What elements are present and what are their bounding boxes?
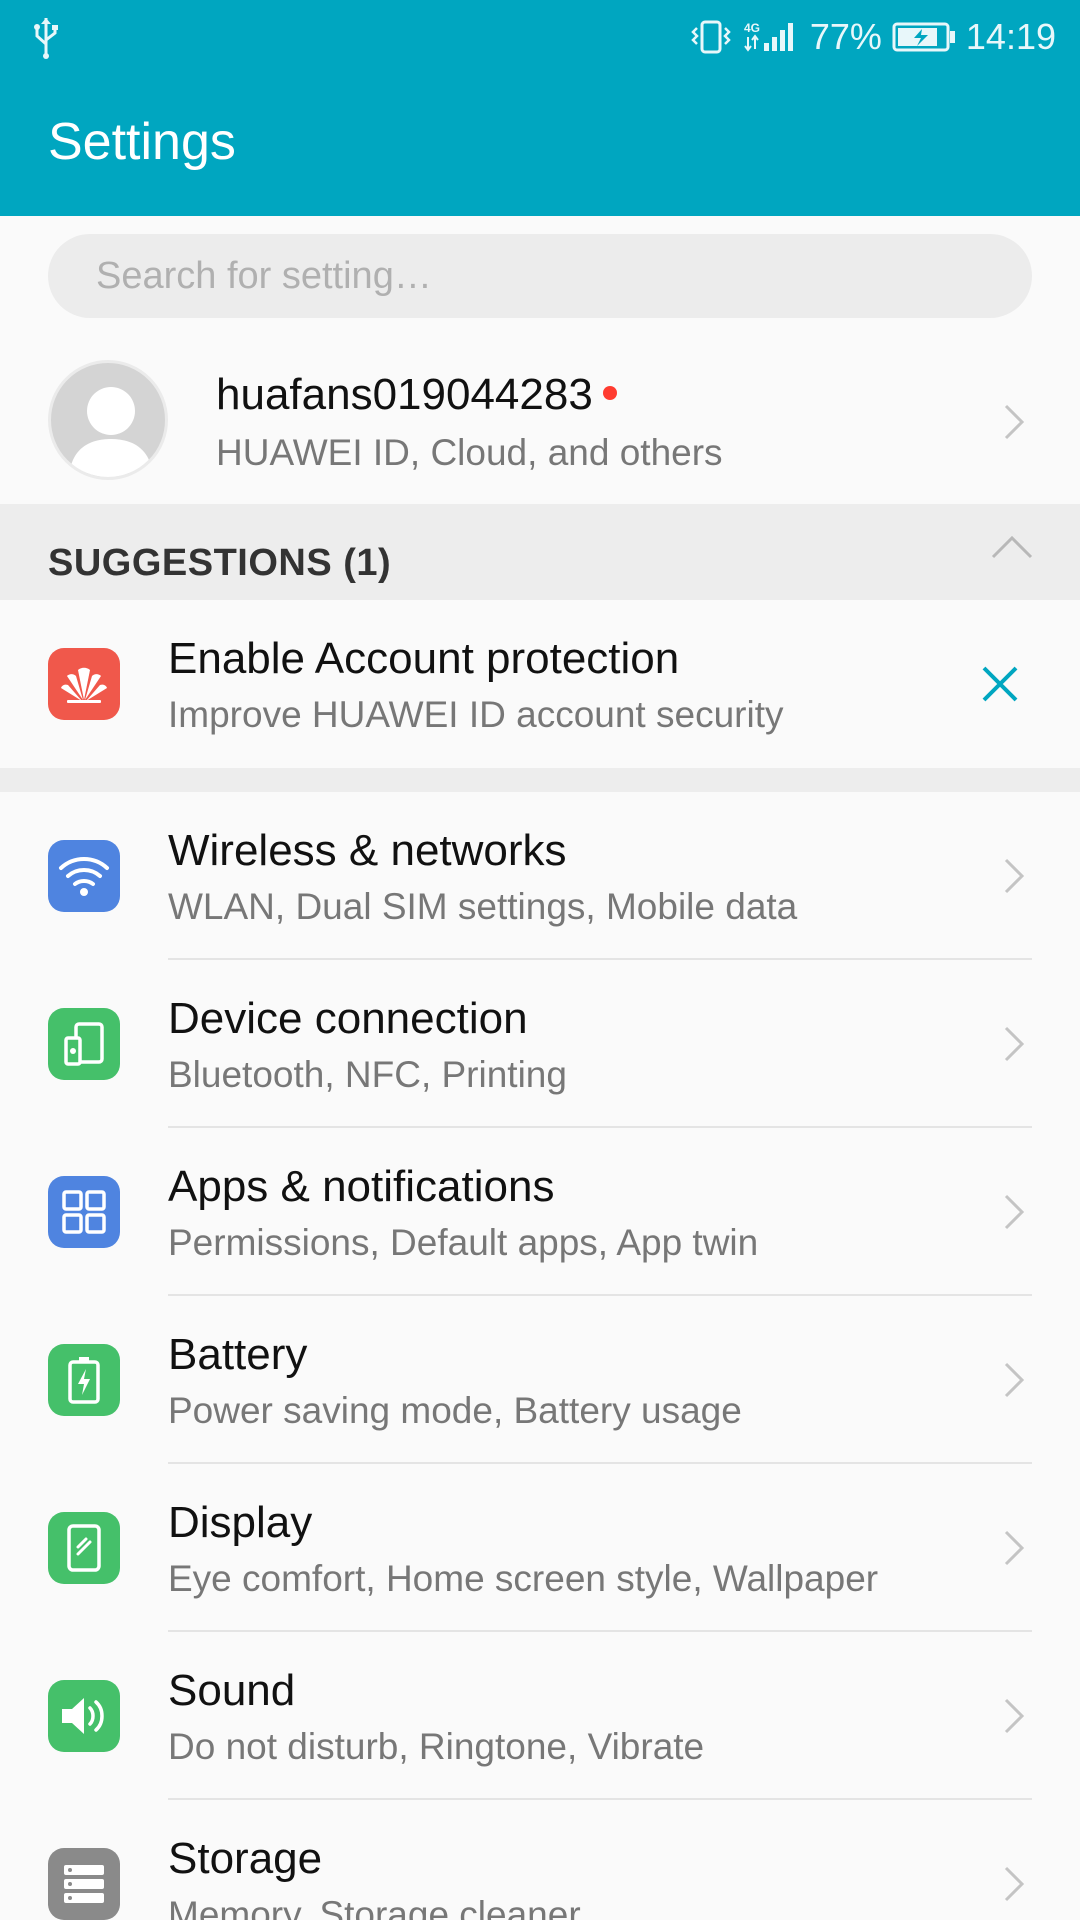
account-name: huafans019044283: [216, 370, 593, 419]
battery-icon: [48, 1344, 120, 1416]
status-icons: 4G 77% 14:19: [688, 10, 1056, 64]
search-bar[interactable]: [48, 234, 1032, 318]
settings-item-subtitle: Eye comfort, Home screen style, Wallpape…: [168, 1558, 879, 1599]
page-title: Settings: [48, 113, 236, 171]
display-icon: [48, 1512, 120, 1584]
chevron-right-icon: [1004, 1026, 1025, 1062]
settings-item-subtitle: WLAN, Dual SIM settings, Mobile data: [168, 886, 798, 927]
settings-item-title: Wireless & networks: [168, 826, 567, 875]
chevron-right-icon: [1004, 404, 1025, 440]
settings-item-apps[interactable]: Apps & notifications Permissions, Defaul…: [0, 1128, 1080, 1296]
suggestion-title: Enable Account protection: [168, 634, 680, 683]
chevron-right-icon: [1004, 1194, 1025, 1230]
settings-screen: 4G 77% 14:19 Settings Search for setting…: [0, 0, 1080, 1920]
vibrate-icon: [691, 20, 731, 54]
chevron-right-icon: [1004, 1866, 1025, 1902]
settings-item-title: Storage: [168, 1834, 323, 1883]
settings-item-title: Sound: [168, 1666, 296, 1715]
settings-item-title: Battery: [168, 1330, 308, 1379]
wifi-icon: [48, 840, 120, 912]
settings-item-subtitle: Power saving mode, Battery usage: [168, 1390, 742, 1431]
section-divider: [0, 768, 1080, 792]
settings-item-sound[interactable]: Sound Do not disturb, Ringtone, Vibrate: [0, 1632, 1080, 1800]
suggestion-subtitle: Improve HUAWEI ID account security: [168, 694, 784, 735]
settings-item-title: Apps & notifications: [168, 1162, 555, 1211]
settings-item-subtitle: Bluetooth, NFC, Printing: [168, 1054, 567, 1095]
status-bar: 4G 77% 14:19: [0, 0, 1080, 74]
app-bar: 4G 77% 14:19 Settings: [0, 0, 1080, 216]
battery-charging-icon: [892, 22, 955, 52]
close-icon[interactable]: [980, 664, 1020, 704]
search-input[interactable]: [48, 234, 1032, 318]
chevron-right-icon: [1004, 858, 1025, 894]
clock: 14:19: [965, 16, 1056, 57]
settings-item-subtitle: Do not disturb, Ringtone, Vibrate: [168, 1726, 705, 1767]
notification-dot: [602, 386, 617, 401]
chevron-right-icon: [1004, 1362, 1025, 1398]
battery-percent: 77%: [809, 16, 882, 57]
chevron-right-icon: [1004, 1530, 1025, 1566]
account-row[interactable]: huafans019044283 HUAWEI ID, Cloud, and o…: [0, 340, 1080, 504]
settings-item-display[interactable]: Display Eye comfort, Home screen style, …: [0, 1464, 1080, 1632]
svg-text:4G: 4G: [744, 21, 760, 35]
settings-item-subtitle: Permissions, Default apps, App twin: [168, 1222, 759, 1263]
avatar: [48, 360, 168, 480]
account-name-line: huafans019044283: [216, 370, 617, 420]
suggestions-label: SUGGESTIONS (1): [48, 542, 392, 584]
settings-item-wireless[interactable]: Wireless & networks WLAN, Dual SIM setti…: [0, 792, 1080, 960]
suggestion-item[interactable]: Enable Account protection Improve HUAWEI…: [0, 600, 1080, 768]
settings-item-device-connection[interactable]: Device connection Bluetooth, NFC, Printi…: [0, 960, 1080, 1128]
usb-icon: [34, 18, 58, 59]
account-subtitle: HUAWEI ID, Cloud, and others: [216, 432, 723, 473]
settings-item-title: Device connection: [168, 994, 528, 1043]
chevron-up-icon[interactable]: [990, 534, 1034, 560]
settings-item-title: Display: [168, 1498, 313, 1547]
storage-icon: [48, 1848, 120, 1920]
apps-grid-icon: [48, 1176, 120, 1248]
chevron-right-icon: [1004, 1698, 1025, 1734]
huawei-logo-icon: [48, 648, 120, 720]
device-connection-icon: [48, 1008, 120, 1080]
settings-item-subtitle: Memory, Storage cleaner: [168, 1894, 581, 1920]
person-icon: [69, 387, 153, 477]
settings-item-battery[interactable]: Battery Power saving mode, Battery usage: [0, 1296, 1080, 1464]
settings-item-storage[interactable]: Storage Memory, Storage cleaner: [0, 1800, 1080, 1920]
suggestions-header[interactable]: SUGGESTIONS (1): [0, 504, 1080, 600]
signal-4g-icon: 4G: [744, 21, 793, 52]
sound-icon: [48, 1680, 120, 1752]
